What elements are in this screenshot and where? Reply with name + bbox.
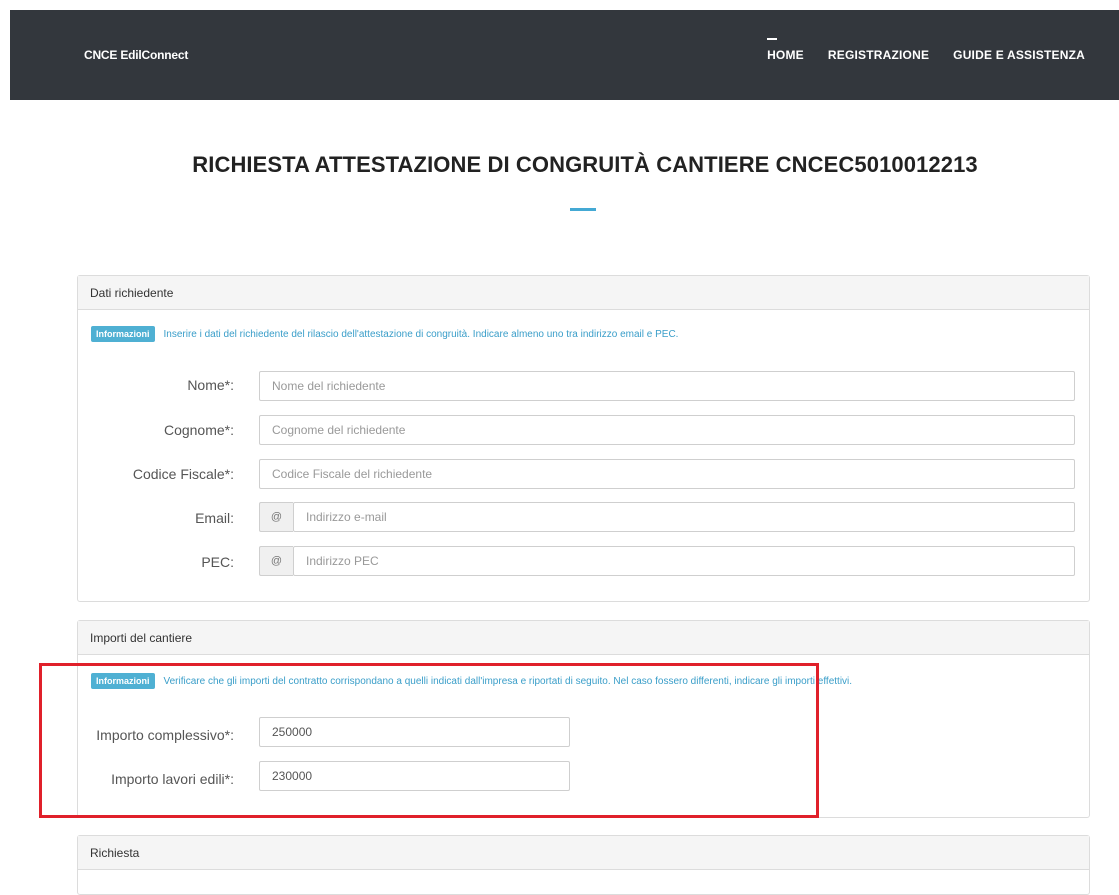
codice-fiscale-placeholder: Codice Fiscale del richiedente xyxy=(272,467,433,481)
info-row-importi: Informazioni Verificare che gli importi … xyxy=(91,673,852,689)
label-email: Email: xyxy=(195,510,234,526)
info-text: Inserire i dati del richiedente del rila… xyxy=(163,328,679,340)
at-sign-icon: @ xyxy=(259,546,293,576)
nav-item-guide-assistenza[interactable]: GUIDE E ASSISTENZA xyxy=(953,48,1085,62)
nav-item-registrazione[interactable]: REGISTRAZIONE xyxy=(828,48,929,62)
label-pec: PEC: xyxy=(201,554,234,570)
codice-fiscale-input[interactable]: Codice Fiscale del richiedente xyxy=(259,459,1075,489)
email-input[interactable]: Indirizzo e-mail xyxy=(293,502,1075,532)
pec-input[interactable]: Indirizzo PEC xyxy=(293,546,1075,576)
importo-complessivo-value: 250000 xyxy=(272,725,313,739)
panel-dati-richiedente: Dati richiedente Informazioni Inserire i… xyxy=(77,275,1090,602)
nome-placeholder: Nome del richiedente xyxy=(272,379,386,393)
label-codice-fiscale: Codice Fiscale*: xyxy=(132,466,234,482)
info-text: Verificare che gli importi del contratto… xyxy=(163,675,853,687)
brand-logo-text[interactable]: CNCE EdilConnect xyxy=(84,48,188,62)
page-title: RICHIESTA ATTESTAZIONE DI CONGRUITÀ CANT… xyxy=(192,152,978,177)
label-importo-lavori-edili: Importo lavori edili*: xyxy=(111,771,234,787)
top-navbar: CNCE EdilConnect HOME REGISTRAZIONE GUID… xyxy=(10,10,1119,100)
pec-placeholder: Indirizzo PEC xyxy=(306,554,379,568)
panel-heading-dati-richiedente: Dati richiedente xyxy=(78,276,1089,310)
panel-heading-importi: Importi del cantiere xyxy=(78,621,1089,655)
importo-complessivo-input[interactable]: 250000 xyxy=(259,717,570,747)
title-accent-divider xyxy=(570,208,596,211)
at-sign-icon: @ xyxy=(259,502,293,532)
importo-lavori-edili-input[interactable]: 230000 xyxy=(259,761,570,791)
label-importo-complessivo: Importo complessivo*: xyxy=(96,727,234,743)
nav-item-home[interactable]: HOME xyxy=(767,38,804,62)
nome-input[interactable]: Nome del richiedente xyxy=(259,371,1075,401)
panel-importi-cantiere: Importi del cantiere Informazioni Verifi… xyxy=(77,620,1090,818)
label-cognome: Cognome*: xyxy=(163,422,234,438)
info-badge: Informazioni xyxy=(91,673,155,689)
info-badge: Informazioni xyxy=(91,326,155,342)
info-row-dati-richiedente: Informazioni Inserire i dati del richied… xyxy=(91,326,678,342)
importo-lavori-edili-value: 230000 xyxy=(272,769,313,783)
cognome-input[interactable]: Cognome del richiedente xyxy=(259,415,1075,445)
panel-heading-richiesta: Richiesta xyxy=(78,836,1089,870)
panel-richiesta: Richiesta xyxy=(77,835,1090,895)
email-placeholder: Indirizzo e-mail xyxy=(306,510,387,524)
cognome-placeholder: Cognome del richiedente xyxy=(272,423,406,437)
nav-menu: HOME REGISTRAZIONE GUIDE E ASSISTENZA xyxy=(767,38,1085,62)
label-nome: Nome*: xyxy=(187,377,234,393)
